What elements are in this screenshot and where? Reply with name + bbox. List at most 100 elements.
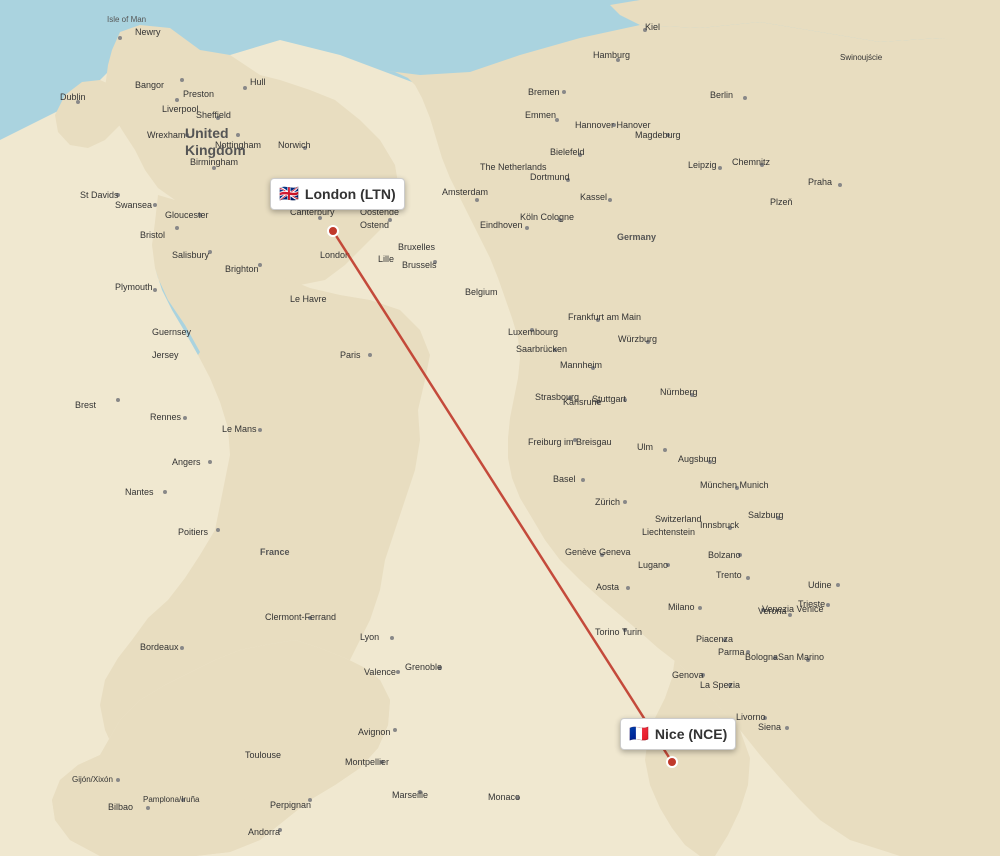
svg-text:La Spezia: La Spezia (700, 680, 740, 690)
svg-text:The Netherlands: The Netherlands (480, 162, 547, 172)
svg-text:Eindhoven: Eindhoven (480, 220, 523, 230)
svg-text:Andorra: Andorra (248, 827, 280, 837)
svg-text:Kiel: Kiel (645, 22, 660, 32)
svg-text:Ulm: Ulm (637, 442, 653, 452)
svg-text:Praha: Praha (808, 177, 832, 187)
nice-label: 🇫🇷 Nice (NCE) (620, 718, 736, 750)
svg-text:Liechtenstein: Liechtenstein (642, 527, 695, 537)
svg-text:Bilbao: Bilbao (108, 802, 133, 812)
svg-text:Bremen: Bremen (528, 87, 560, 97)
svg-text:Frankfurt am Main: Frankfurt am Main (568, 312, 641, 322)
svg-text:Lugano: Lugano (638, 560, 668, 570)
svg-text:Clermont-Ferrand: Clermont-Ferrand (265, 612, 336, 622)
svg-text:Basel: Basel (553, 474, 576, 484)
uk-flag: 🇬🇧 (279, 184, 299, 204)
svg-text:Salisbury: Salisbury (172, 250, 210, 260)
svg-text:Augsburg: Augsburg (678, 454, 717, 464)
svg-text:Köln Cologne: Köln Cologne (520, 212, 574, 222)
svg-text:Parma: Parma (718, 647, 745, 657)
svg-text:Pamplona/Iruña: Pamplona/Iruña (143, 795, 200, 804)
svg-text:Swansea: Swansea (115, 200, 152, 210)
svg-text:Swinoujście: Swinoujście (840, 53, 883, 62)
svg-text:San Marino: San Marino (778, 652, 824, 662)
svg-text:Poitiers: Poitiers (178, 527, 209, 537)
svg-text:Brighton: Brighton (225, 264, 259, 274)
svg-text:Genova: Genova (672, 670, 704, 680)
svg-text:Hannover Hanover: Hannover Hanover (575, 120, 651, 130)
svg-text:Freiburg im Breisgau: Freiburg im Breisgau (528, 437, 612, 447)
svg-text:Milano: Milano (668, 602, 695, 612)
london-label: 🇬🇧 London (LTN) (270, 178, 405, 210)
svg-text:Nantes: Nantes (125, 487, 154, 497)
svg-text:Berlin: Berlin (710, 90, 733, 100)
svg-text:Bruxelles: Bruxelles (398, 242, 436, 252)
svg-text:Sheffield: Sheffield (196, 110, 231, 120)
svg-text:Jersey: Jersey (152, 350, 179, 360)
svg-text:Liverpool: Liverpool (162, 104, 199, 114)
svg-text:Wrexham: Wrexham (147, 130, 185, 140)
svg-text:Gijón/Xixón: Gijón/Xixón (72, 775, 113, 784)
svg-text:Luxembourg: Luxembourg (508, 327, 558, 337)
svg-text:Bangor: Bangor (135, 80, 164, 90)
svg-text:Plymouth: Plymouth (115, 282, 153, 292)
svg-text:Amsterdam: Amsterdam (442, 187, 488, 197)
svg-text:Paris: Paris (340, 350, 361, 360)
svg-text:Avignon: Avignon (358, 727, 390, 737)
svg-text:Marseille: Marseille (392, 790, 428, 800)
svg-text:Trento: Trento (716, 570, 742, 580)
svg-text:Salzburg: Salzburg (748, 510, 784, 520)
svg-text:Aosta: Aosta (596, 582, 619, 592)
map-svg: Newry Isle of Man Dublin Bangor Preston … (0, 0, 1000, 856)
nice-city-label: Nice (NCE) (655, 726, 727, 742)
svg-text:Valence: Valence (364, 667, 396, 677)
svg-text:Würzburg: Würzburg (618, 334, 657, 344)
svg-text:Plzeň: Plzeň (770, 197, 793, 207)
svg-text:Ostend: Ostend (360, 220, 389, 230)
svg-text:Guernsey: Guernsey (152, 327, 192, 337)
svg-text:Siena: Siena (758, 722, 781, 732)
svg-text:Dublin: Dublin (60, 92, 86, 102)
svg-text:Nürnberg: Nürnberg (660, 387, 698, 397)
svg-text:Bordeaux: Bordeaux (140, 642, 179, 652)
svg-text:Leipzig: Leipzig (688, 160, 717, 170)
svg-text:Hamburg: Hamburg (593, 50, 630, 60)
svg-text:Brussels: Brussels (402, 260, 437, 270)
svg-text:Zürich: Zürich (595, 497, 620, 507)
svg-text:St Davids: St Davids (80, 190, 119, 200)
svg-text:Belgium: Belgium (465, 287, 498, 297)
svg-text:Trieste: Trieste (798, 599, 825, 609)
svg-text:Bristol: Bristol (140, 230, 165, 240)
svg-text:Kassel: Kassel (580, 192, 607, 202)
svg-text:Kingdom: Kingdom (185, 142, 246, 158)
svg-text:Perpignan: Perpignan (270, 800, 311, 810)
svg-text:Grenoble: Grenoble (405, 662, 442, 672)
svg-text:Preston: Preston (183, 89, 214, 99)
svg-text:Angers: Angers (172, 457, 201, 467)
svg-text:Livorno: Livorno (736, 712, 766, 722)
svg-text:Stuttgart: Stuttgart (592, 394, 627, 404)
svg-text:Innsbruck: Innsbruck (700, 520, 740, 530)
svg-text:Le Mans: Le Mans (222, 424, 257, 434)
svg-text:Dortmund: Dortmund (530, 172, 570, 182)
svg-text:Toulouse: Toulouse (245, 750, 281, 760)
svg-text:France: France (260, 547, 290, 557)
map-container: Newry Isle of Man Dublin Bangor Preston … (0, 0, 1000, 856)
london-city-label: London (LTN) (305, 186, 396, 202)
svg-text:Saarbrücken: Saarbrücken (516, 344, 567, 354)
svg-text:Switzerland: Switzerland (655, 514, 702, 524)
svg-text:Norwich: Norwich (278, 140, 311, 150)
svg-text:United: United (185, 125, 229, 141)
svg-text:Lyon: Lyon (360, 632, 379, 642)
svg-text:Montpellier: Montpellier (345, 757, 389, 767)
svg-text:Bolzano: Bolzano (708, 550, 741, 560)
svg-text:Piacenza: Piacenza (696, 634, 733, 644)
svg-text:Genève Geneva: Genève Geneva (565, 547, 631, 557)
svg-text:Magdeburg: Magdeburg (635, 130, 681, 140)
svg-text:Hull: Hull (250, 77, 266, 87)
svg-text:Mannheim: Mannheim (560, 360, 602, 370)
svg-text:Isle of Man: Isle of Man (107, 15, 146, 24)
svg-text:Bologna: Bologna (745, 652, 778, 662)
svg-text:Emmen: Emmen (525, 110, 556, 120)
svg-text:Brest: Brest (75, 400, 97, 410)
svg-text:Udine: Udine (808, 580, 832, 590)
